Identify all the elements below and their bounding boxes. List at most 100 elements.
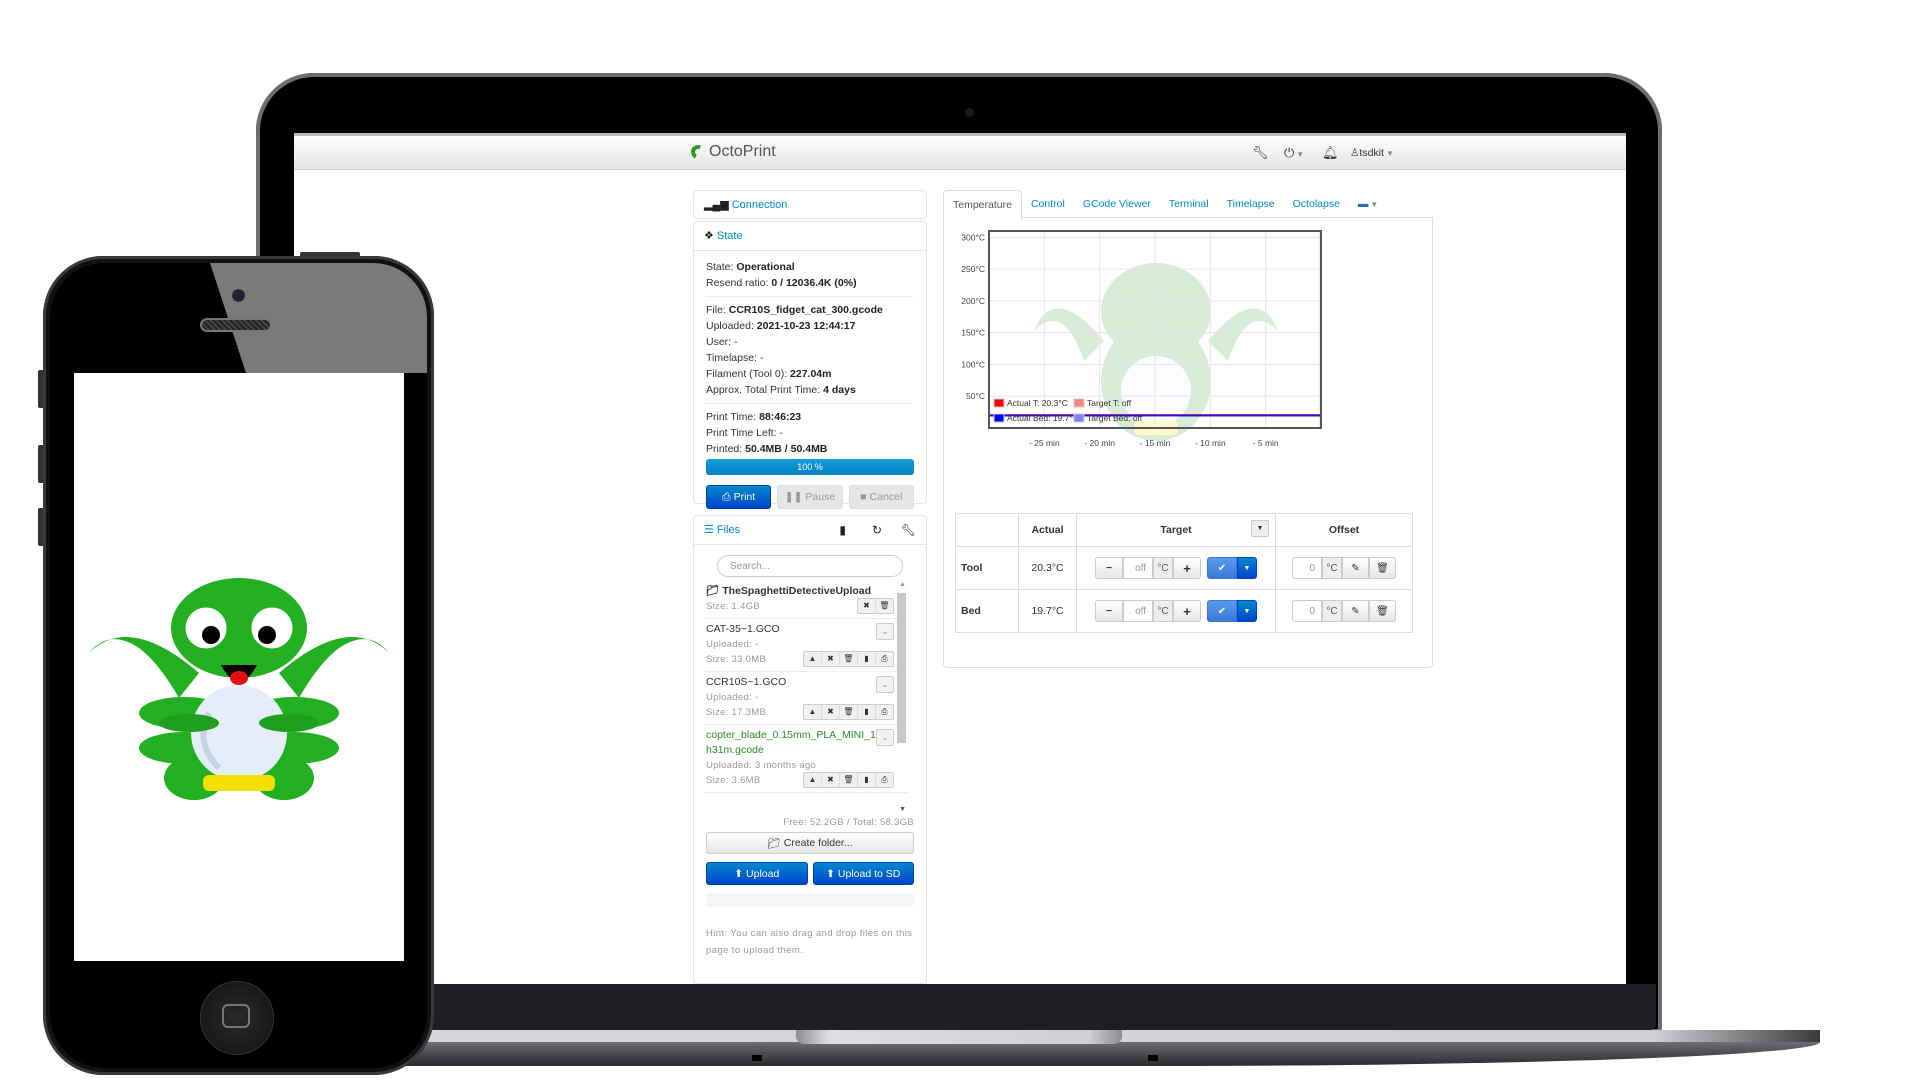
slicer-icon[interactable]: ▲ xyxy=(804,705,821,719)
cut-icon[interactable]: ✖ xyxy=(821,652,839,666)
power-menu[interactable]: ⏻ ▼ xyxy=(1284,145,1304,161)
set-target-dropdown[interactable]: ▼ xyxy=(1236,600,1257,622)
cancel-button[interactable]: ■ Cancel xyxy=(848,485,914,509)
scroll-up-icon[interactable]: ▲ xyxy=(899,581,906,588)
target-temp-input[interactable]: off xyxy=(1123,557,1154,579)
unit-label: °C xyxy=(1322,600,1342,622)
sd-card-icon[interactable]: ▮ xyxy=(839,516,846,544)
print-icon[interactable]: ⎙ xyxy=(875,705,893,719)
chevron-down-icon[interactable]: ⌄ xyxy=(876,676,894,693)
brand-title: OctoPrint xyxy=(709,143,776,160)
files-toggle[interactable]: ☰ Files xyxy=(704,524,740,536)
state-line: State: Operational xyxy=(706,261,795,273)
laptop-hinge xyxy=(796,1030,1122,1044)
chevron-down-icon[interactable]: ⌄ xyxy=(876,729,894,746)
approx-time-line: Approx. Total Print Time: 4 days xyxy=(706,384,856,396)
delete-offset-button[interactable]: 🗑︎ xyxy=(1369,557,1396,579)
y-axis-ticks: 50°C 100°C 150°C 200°C 250°C 300°C xyxy=(961,232,985,401)
wrench-icon[interactable]: 🔧︎ xyxy=(1252,145,1269,161)
upload-button[interactable]: ⬆ Upload xyxy=(706,862,808,885)
file-list: 📁︎ TheSpaghettiDetectiveUpload Size: 1.4… xyxy=(704,581,908,813)
delete-offset-button[interactable]: 🗑︎ xyxy=(1369,600,1396,622)
scrollbar-thumb[interactable] xyxy=(897,593,906,743)
tab-control[interactable]: Control xyxy=(1022,190,1074,218)
laptop-foot xyxy=(752,1055,762,1061)
set-target-dropdown[interactable]: ▼ xyxy=(1236,557,1257,579)
tab-bar: Temperature Control GCode Viewer Termina… xyxy=(943,190,1433,220)
refresh-icon[interactable]: ↻ xyxy=(872,516,882,544)
trash-icon[interactable]: 🗑︎ xyxy=(839,773,857,787)
tab-temperature[interactable]: Temperature xyxy=(943,190,1022,220)
upload-icon: ⬆ xyxy=(826,867,835,880)
x-tick-label: - 10 min xyxy=(1195,438,1226,448)
files-label: Files xyxy=(716,524,741,536)
print-time-line: Print Time: 88:46:23 xyxy=(706,411,802,423)
printed-line: Printed: 50.4MB / 50.4MB xyxy=(706,443,828,455)
legend-swatch xyxy=(1073,413,1085,423)
tab-overflow-menu[interactable]: ▬ ▼ xyxy=(1349,190,1387,218)
chevron-down-icon: ▼ xyxy=(1385,149,1394,158)
edit-offset-button[interactable]: ✎ xyxy=(1342,557,1369,579)
files-search-input[interactable]: Search... xyxy=(717,555,903,577)
offset-input[interactable]: 0 xyxy=(1292,557,1322,579)
state-header[interactable]: ❖ State xyxy=(694,222,926,251)
print-button[interactable]: ⎙ Print xyxy=(706,485,772,509)
navbar: OctoPrint 🔧︎ ⏻ ▼ 🔔︎ ♙tsdkit ▼ xyxy=(294,133,1626,170)
cut-icon[interactable]: ✖ xyxy=(821,773,839,787)
x-tick-label: - 25 min xyxy=(1029,438,1060,448)
bell-icon[interactable]: 🔔︎ xyxy=(1322,145,1339,161)
tab-octolapse[interactable]: Octolapse xyxy=(1284,190,1349,218)
edit-offset-button[interactable]: ✎ xyxy=(1342,600,1369,622)
pause-button[interactable]: ❚❚ Pause xyxy=(777,485,843,509)
offset-input-group: 0 °C ✎ 🗑︎ xyxy=(1292,557,1396,579)
print-icon[interactable]: ⎙ xyxy=(875,652,893,666)
list-item[interactable]: copter_blade_0.15mm_PLA_MINI_1h31m.gcode… xyxy=(704,725,908,793)
list-item[interactable]: CAT-35~1.GCO ⌄ Uploaded: - Size: 33.0MB … xyxy=(704,619,908,672)
load-icon[interactable]: ▮ xyxy=(857,705,875,719)
x-tick-label: - 20 min xyxy=(1084,438,1115,448)
brand[interactable]: OctoPrint xyxy=(689,143,776,161)
load-icon[interactable]: ▮ xyxy=(857,773,875,787)
tab-timelapse[interactable]: Timelapse xyxy=(1218,190,1284,218)
file-list-scrollbar[interactable]: ▲ ▼ xyxy=(896,581,908,813)
set-target-group: ✔ ▼ xyxy=(1206,557,1257,579)
table-row: Bed 19.7°C − off °C + ✔ ▼ 0 °C ✎ 🗑︎ xyxy=(955,589,1413,633)
connection-panel: ▂▄▆ Connection xyxy=(693,190,927,219)
target-presets-dropdown[interactable]: ▼ xyxy=(1251,520,1269,537)
scroll-down-icon[interactable]: ▼ xyxy=(899,806,906,813)
decrease-button[interactable]: − xyxy=(1095,557,1124,579)
file-name: TheSpaghettiDetectiveUpload xyxy=(722,585,872,597)
wrench-icon[interactable]: 🔧︎ xyxy=(901,516,916,544)
cut-icon[interactable]: ✖ xyxy=(821,705,839,719)
load-icon[interactable]: ▮ xyxy=(857,652,875,666)
increase-button[interactable]: + xyxy=(1173,557,1202,579)
cut-icon[interactable]: ✖ xyxy=(858,599,875,613)
list-item[interactable]: 📁︎ TheSpaghettiDetectiveUpload Size: 1.4… xyxy=(704,581,908,619)
print-icon[interactable]: ⎙ xyxy=(875,773,893,787)
increase-button[interactable]: + xyxy=(1173,600,1202,622)
trash-icon[interactable]: 🗑︎ xyxy=(839,652,857,666)
decrease-button[interactable]: − xyxy=(1095,600,1124,622)
slicer-icon[interactable]: ▲ xyxy=(804,652,821,666)
target-temp-input[interactable]: off xyxy=(1123,600,1154,622)
user-menu[interactable]: ♙tsdkit ▼ xyxy=(1350,147,1394,159)
legend-label: Target T: off xyxy=(1087,398,1132,408)
trash-icon[interactable]: 🗑︎ xyxy=(875,599,893,613)
tab-terminal[interactable]: Terminal xyxy=(1160,190,1218,218)
connection-header[interactable]: ▂▄▆ Connection xyxy=(694,191,926,219)
upload-sd-button[interactable]: ⬆ Upload to SD xyxy=(812,862,914,885)
slicer-icon[interactable]: ▲ xyxy=(804,773,821,787)
chevron-down-icon[interactable]: ⌄ xyxy=(876,623,894,640)
list-item[interactable]: CCR10S~1.GCO ⌄ Uploaded: - Size: 17.3MB … xyxy=(704,672,908,725)
legend-item: Actual Bed: 19.7°C xyxy=(993,413,1079,423)
set-target-button[interactable]: ✔ xyxy=(1206,600,1237,622)
trash-icon[interactable]: 🗑︎ xyxy=(839,705,857,719)
printer-notifications-panel: △Printer Notifications xyxy=(693,983,927,984)
create-folder-button[interactable]: 📁︎ Create folder... xyxy=(706,832,914,854)
legend-label: Actual T: 20.3°C xyxy=(1007,398,1068,408)
offset-input[interactable]: 0 xyxy=(1292,600,1322,622)
file-name: CAT-35~1.GCO xyxy=(706,623,780,635)
chevron-down-icon: ▼ xyxy=(1370,200,1379,209)
tab-gcode-viewer[interactable]: GCode Viewer xyxy=(1074,190,1160,218)
set-target-button[interactable]: ✔ xyxy=(1206,557,1237,579)
